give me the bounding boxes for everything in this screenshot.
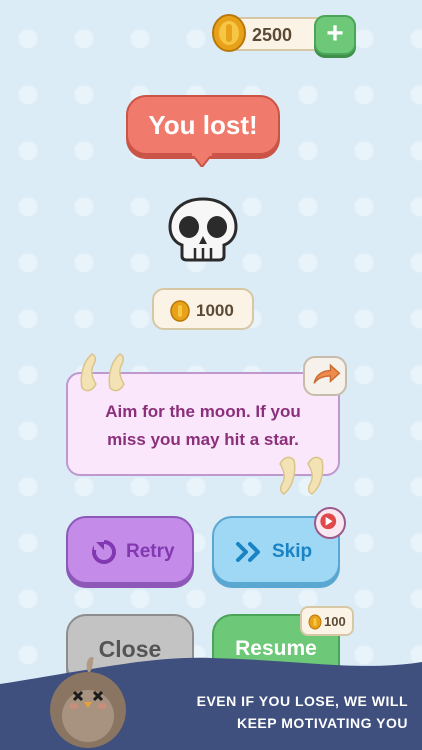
retry-button[interactable]: Retry: [66, 516, 194, 584]
coin-icon: [308, 614, 322, 630]
skull-icon: [168, 197, 238, 262]
coin-icon: [170, 300, 190, 322]
share-button[interactable]: [303, 356, 347, 396]
watch-ad-badge: [314, 507, 346, 539]
promo-tagline-line-2: KEEP MOTIVATING YOU: [236, 715, 408, 731]
reward-pill: 1000: [152, 288, 254, 330]
share-arrow-icon: [313, 363, 341, 384]
reward-amount: 1000: [196, 301, 234, 320]
coin-counter: 2500 +: [212, 14, 356, 55]
add-coins-button[interactable]: +: [314, 15, 356, 55]
retry-icon: [92, 540, 116, 564]
coin-icon: [212, 14, 246, 52]
quote-line-2: miss you may hit a star.: [107, 430, 299, 449]
retry-label: Retry: [126, 541, 175, 562]
quote-text: Aim for the moon. If you miss you may hi…: [68, 398, 338, 454]
bird-mascot: [50, 656, 126, 748]
promo-tagline: EVEN IF YOU LOSE, WE WILL KEEP MOTIVATIN…: [197, 690, 408, 734]
resume-cost: 100: [324, 614, 346, 629]
speech-bubble-tail: [191, 153, 213, 167]
coin-balance: 2500: [252, 25, 293, 45]
quote-line-1: Aim for the moon. If you: [105, 402, 301, 421]
resume-price-badge: 100: [300, 606, 354, 636]
plus-icon: +: [326, 17, 344, 50]
promo-tagline-line-1: EVEN IF YOU LOSE, WE WILL: [196, 693, 408, 709]
result-title: You lost!: [126, 95, 280, 155]
close-quote-icon: [279, 456, 324, 495]
skip-label: Skip: [272, 541, 313, 562]
fast-forward-icon: [236, 542, 260, 562]
play-video-icon: [320, 513, 337, 530]
open-quote-icon: [80, 353, 125, 392]
